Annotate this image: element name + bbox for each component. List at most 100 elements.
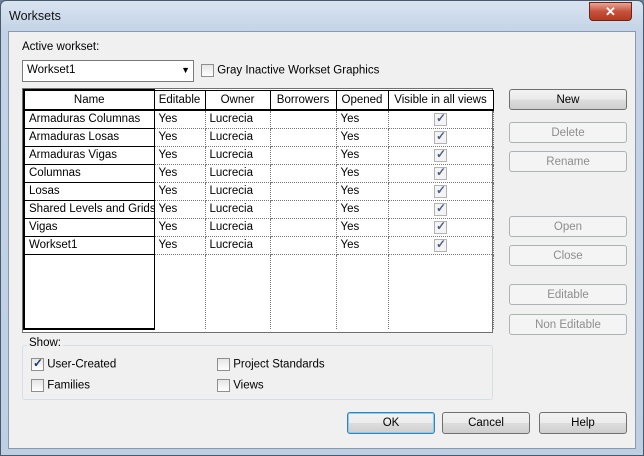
column-header-visible[interactable]: Visible in all views	[387, 89, 494, 111]
families-label: Families	[47, 379, 91, 392]
title-bar[interactable]: Worksets ✕	[1, 1, 643, 31]
workset-name-cell[interactable]: Columnas	[23, 163, 155, 183]
table-row[interactable]: Workset1 Yes Lucrecia Yes	[23, 235, 494, 255]
views-checkbox[interactable]	[217, 379, 230, 392]
visible-cell	[388, 200, 494, 219]
ok-button[interactable]: OK	[347, 412, 435, 434]
dialog-title: Worksets	[9, 9, 61, 23]
editable-cell[interactable]: Yes	[154, 236, 206, 255]
editable-button[interactable]: Editable	[509, 284, 627, 305]
editable-cell[interactable]: Yes	[154, 218, 206, 237]
workset-name-cell[interactable]: Workset1	[23, 235, 155, 255]
borrowers-cell[interactable]	[270, 182, 337, 201]
borrowers-cell[interactable]	[270, 236, 337, 255]
new-button[interactable]: New	[509, 89, 627, 110]
open-button[interactable]: Open	[509, 216, 627, 237]
visible-checkbox[interactable]	[434, 165, 447, 180]
owner-cell[interactable]: Lucrecia	[205, 236, 271, 255]
table-row[interactable]: Losas Yes Lucrecia Yes	[23, 181, 494, 201]
opened-cell[interactable]: Yes	[336, 128, 389, 147]
table-row[interactable]: Vigas Yes Lucrecia Yes	[23, 217, 494, 237]
visible-checkbox[interactable]	[434, 111, 447, 126]
close-workset-button[interactable]: Close	[509, 245, 627, 266]
families-checkbox[interactable]	[31, 379, 44, 392]
worksets-dialog: Worksets ✕ Active workset: Workset1 ▼ Gr…	[0, 0, 644, 456]
project-standards-label: Project Standards	[233, 358, 325, 371]
delete-button[interactable]: Delete	[509, 122, 627, 143]
table-row[interactable]: Shared Levels and Grids Yes Lucrecia Yes	[23, 199, 494, 219]
workset-name-cell[interactable]: Armaduras Columnas	[23, 109, 155, 129]
gray-inactive-label: Gray Inactive Workset Graphics	[217, 64, 380, 77]
workset-name-cell[interactable]: Losas	[23, 181, 155, 201]
user-created-row[interactable]: User-Created	[31, 356, 116, 371]
column-header-opened[interactable]: Opened	[335, 89, 389, 111]
borrowers-cell[interactable]	[270, 164, 337, 183]
visible-cell	[388, 218, 494, 237]
visible-cell	[388, 146, 494, 165]
opened-cell[interactable]: Yes	[336, 110, 389, 129]
borrowers-cell[interactable]	[270, 110, 337, 129]
help-button[interactable]: Help	[539, 412, 627, 434]
owner-cell[interactable]: Lucrecia	[205, 200, 271, 219]
user-created-checkbox[interactable]	[31, 356, 44, 371]
families-row[interactable]: Families	[31, 379, 90, 392]
visible-checkbox[interactable]	[434, 129, 447, 144]
borrowers-cell[interactable]	[270, 146, 337, 165]
opened-cell[interactable]: Yes	[336, 164, 389, 183]
borrowers-cell[interactable]	[270, 128, 337, 147]
cancel-button[interactable]: Cancel	[442, 412, 530, 434]
column-header-borrowers[interactable]: Borrowers	[269, 89, 337, 111]
editable-cell[interactable]: Yes	[154, 164, 206, 183]
borrowers-cell[interactable]	[270, 200, 337, 219]
owner-cell[interactable]: Lucrecia	[205, 110, 271, 129]
workset-name-cell[interactable]: Armaduras Vigas	[23, 145, 155, 165]
active-workset-label: Active workset:	[22, 41, 100, 53]
visible-cell	[388, 236, 494, 255]
empty-cell	[23, 254, 155, 330]
table-row[interactable]: Columnas Yes Lucrecia Yes	[23, 163, 494, 183]
active-workset-dropdown[interactable]: Workset1 ▼	[22, 60, 194, 82]
opened-cell[interactable]: Yes	[336, 236, 389, 255]
owner-cell[interactable]: Lucrecia	[205, 182, 271, 201]
gray-inactive-checkbox-row[interactable]: Gray Inactive Workset Graphics	[201, 64, 379, 77]
visible-cell	[388, 164, 494, 183]
editable-cell[interactable]: Yes	[154, 110, 206, 129]
visible-checkbox[interactable]	[434, 201, 447, 216]
workset-name-cell[interactable]: Vigas	[23, 217, 155, 237]
table-row[interactable]: Armaduras Losas Yes Lucrecia Yes	[23, 127, 494, 147]
opened-cell[interactable]: Yes	[336, 200, 389, 219]
visible-cell	[388, 182, 494, 201]
rename-button[interactable]: Rename	[509, 151, 627, 172]
visible-checkbox[interactable]	[434, 219, 447, 234]
workset-name-cell[interactable]: Armaduras Losas	[23, 127, 155, 147]
project-standards-checkbox[interactable]	[217, 358, 230, 371]
opened-cell[interactable]: Yes	[336, 146, 389, 165]
gray-inactive-checkbox[interactable]	[201, 64, 214, 77]
non-editable-button[interactable]: Non Editable	[509, 314, 627, 335]
owner-cell[interactable]: Lucrecia	[205, 146, 271, 165]
visible-checkbox[interactable]	[434, 183, 447, 198]
active-workset-value: Workset1	[27, 64, 76, 76]
editable-cell[interactable]: Yes	[154, 200, 206, 219]
views-row[interactable]: Views	[217, 379, 264, 392]
visible-checkbox[interactable]	[434, 237, 447, 252]
editable-cell[interactable]: Yes	[154, 128, 206, 147]
opened-cell[interactable]: Yes	[336, 182, 389, 201]
project-standards-row[interactable]: Project Standards	[217, 358, 325, 371]
owner-cell[interactable]: Lucrecia	[205, 218, 271, 237]
visible-checkbox[interactable]	[434, 147, 447, 162]
table-row[interactable]: Armaduras Columnas Yes Lucrecia Yes	[23, 109, 494, 129]
close-button[interactable]: ✕	[589, 2, 632, 21]
table-row[interactable]: Armaduras Vigas Yes Lucrecia Yes	[23, 145, 494, 165]
owner-cell[interactable]: Lucrecia	[205, 128, 271, 147]
column-header-name[interactable]: Name	[23, 89, 155, 111]
column-header-editable[interactable]: Editable	[153, 89, 206, 111]
column-header-owner[interactable]: Owner	[204, 89, 271, 111]
editable-cell[interactable]: Yes	[154, 146, 206, 165]
opened-cell[interactable]: Yes	[336, 218, 389, 237]
table-header-row: Name Editable Owner Borrowers Opened Vis…	[23, 89, 494, 111]
owner-cell[interactable]: Lucrecia	[205, 164, 271, 183]
workset-name-cell[interactable]: Shared Levels and Grids	[23, 199, 155, 219]
editable-cell[interactable]: Yes	[154, 182, 206, 201]
borrowers-cell[interactable]	[270, 218, 337, 237]
